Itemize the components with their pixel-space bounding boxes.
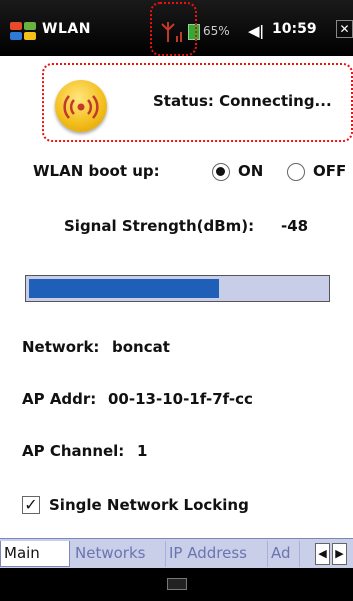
signal-strength-value: -48 bbox=[281, 217, 309, 235]
status-highlight bbox=[42, 63, 353, 142]
signal-strength-fill bbox=[29, 279, 219, 298]
tab-scroll-right-icon[interactable]: ▶ bbox=[332, 543, 347, 565]
ap-addr-label: AP Addr: bbox=[22, 390, 97, 408]
signal-strength-bar bbox=[25, 275, 330, 302]
app-title: WLAN bbox=[42, 21, 91, 37]
boot-up-on-label[interactable]: ON bbox=[238, 162, 263, 180]
ap-channel-label: AP Channel: bbox=[22, 442, 125, 460]
keyboard-icon[interactable] bbox=[167, 578, 187, 590]
network-label: Network: bbox=[22, 338, 100, 356]
close-icon[interactable]: ✕ bbox=[336, 20, 353, 38]
volume-icon[interactable]: ◀ǀ bbox=[248, 22, 264, 40]
battery-percent: 65% bbox=[203, 24, 230, 38]
antenna-highlight bbox=[150, 2, 197, 56]
tab-networks[interactable]: Networks bbox=[72, 541, 166, 567]
tab-bar: Main Networks IP Address Ad ◀ ▶ bbox=[0, 538, 353, 568]
ap-addr-value: 00-13-10-1f-7f-cc bbox=[108, 390, 253, 408]
boot-up-on-radio[interactable] bbox=[212, 163, 230, 181]
network-value: boncat bbox=[112, 338, 170, 356]
boot-up-label: WLAN boot up: bbox=[33, 162, 160, 180]
tab-scroll-left-icon[interactable]: ◀ bbox=[315, 543, 330, 565]
tab-ip-address[interactable]: IP Address bbox=[166, 541, 268, 567]
boot-up-off-label[interactable]: OFF bbox=[313, 162, 346, 180]
tab-advanced[interactable]: Ad bbox=[268, 541, 300, 567]
clock[interactable]: 10:59 bbox=[272, 21, 317, 37]
single-network-checkbox[interactable]: ✓ bbox=[22, 496, 40, 514]
ap-channel-value: 1 bbox=[137, 442, 148, 460]
signal-strength-label: Signal Strength(dBm): bbox=[64, 217, 255, 235]
bottom-bar bbox=[0, 568, 353, 601]
single-network-label[interactable]: Single Network Locking bbox=[49, 496, 249, 514]
windows-start-icon[interactable] bbox=[10, 22, 36, 40]
tab-main[interactable]: Main bbox=[0, 541, 70, 567]
boot-up-off-radio[interactable] bbox=[287, 163, 305, 181]
